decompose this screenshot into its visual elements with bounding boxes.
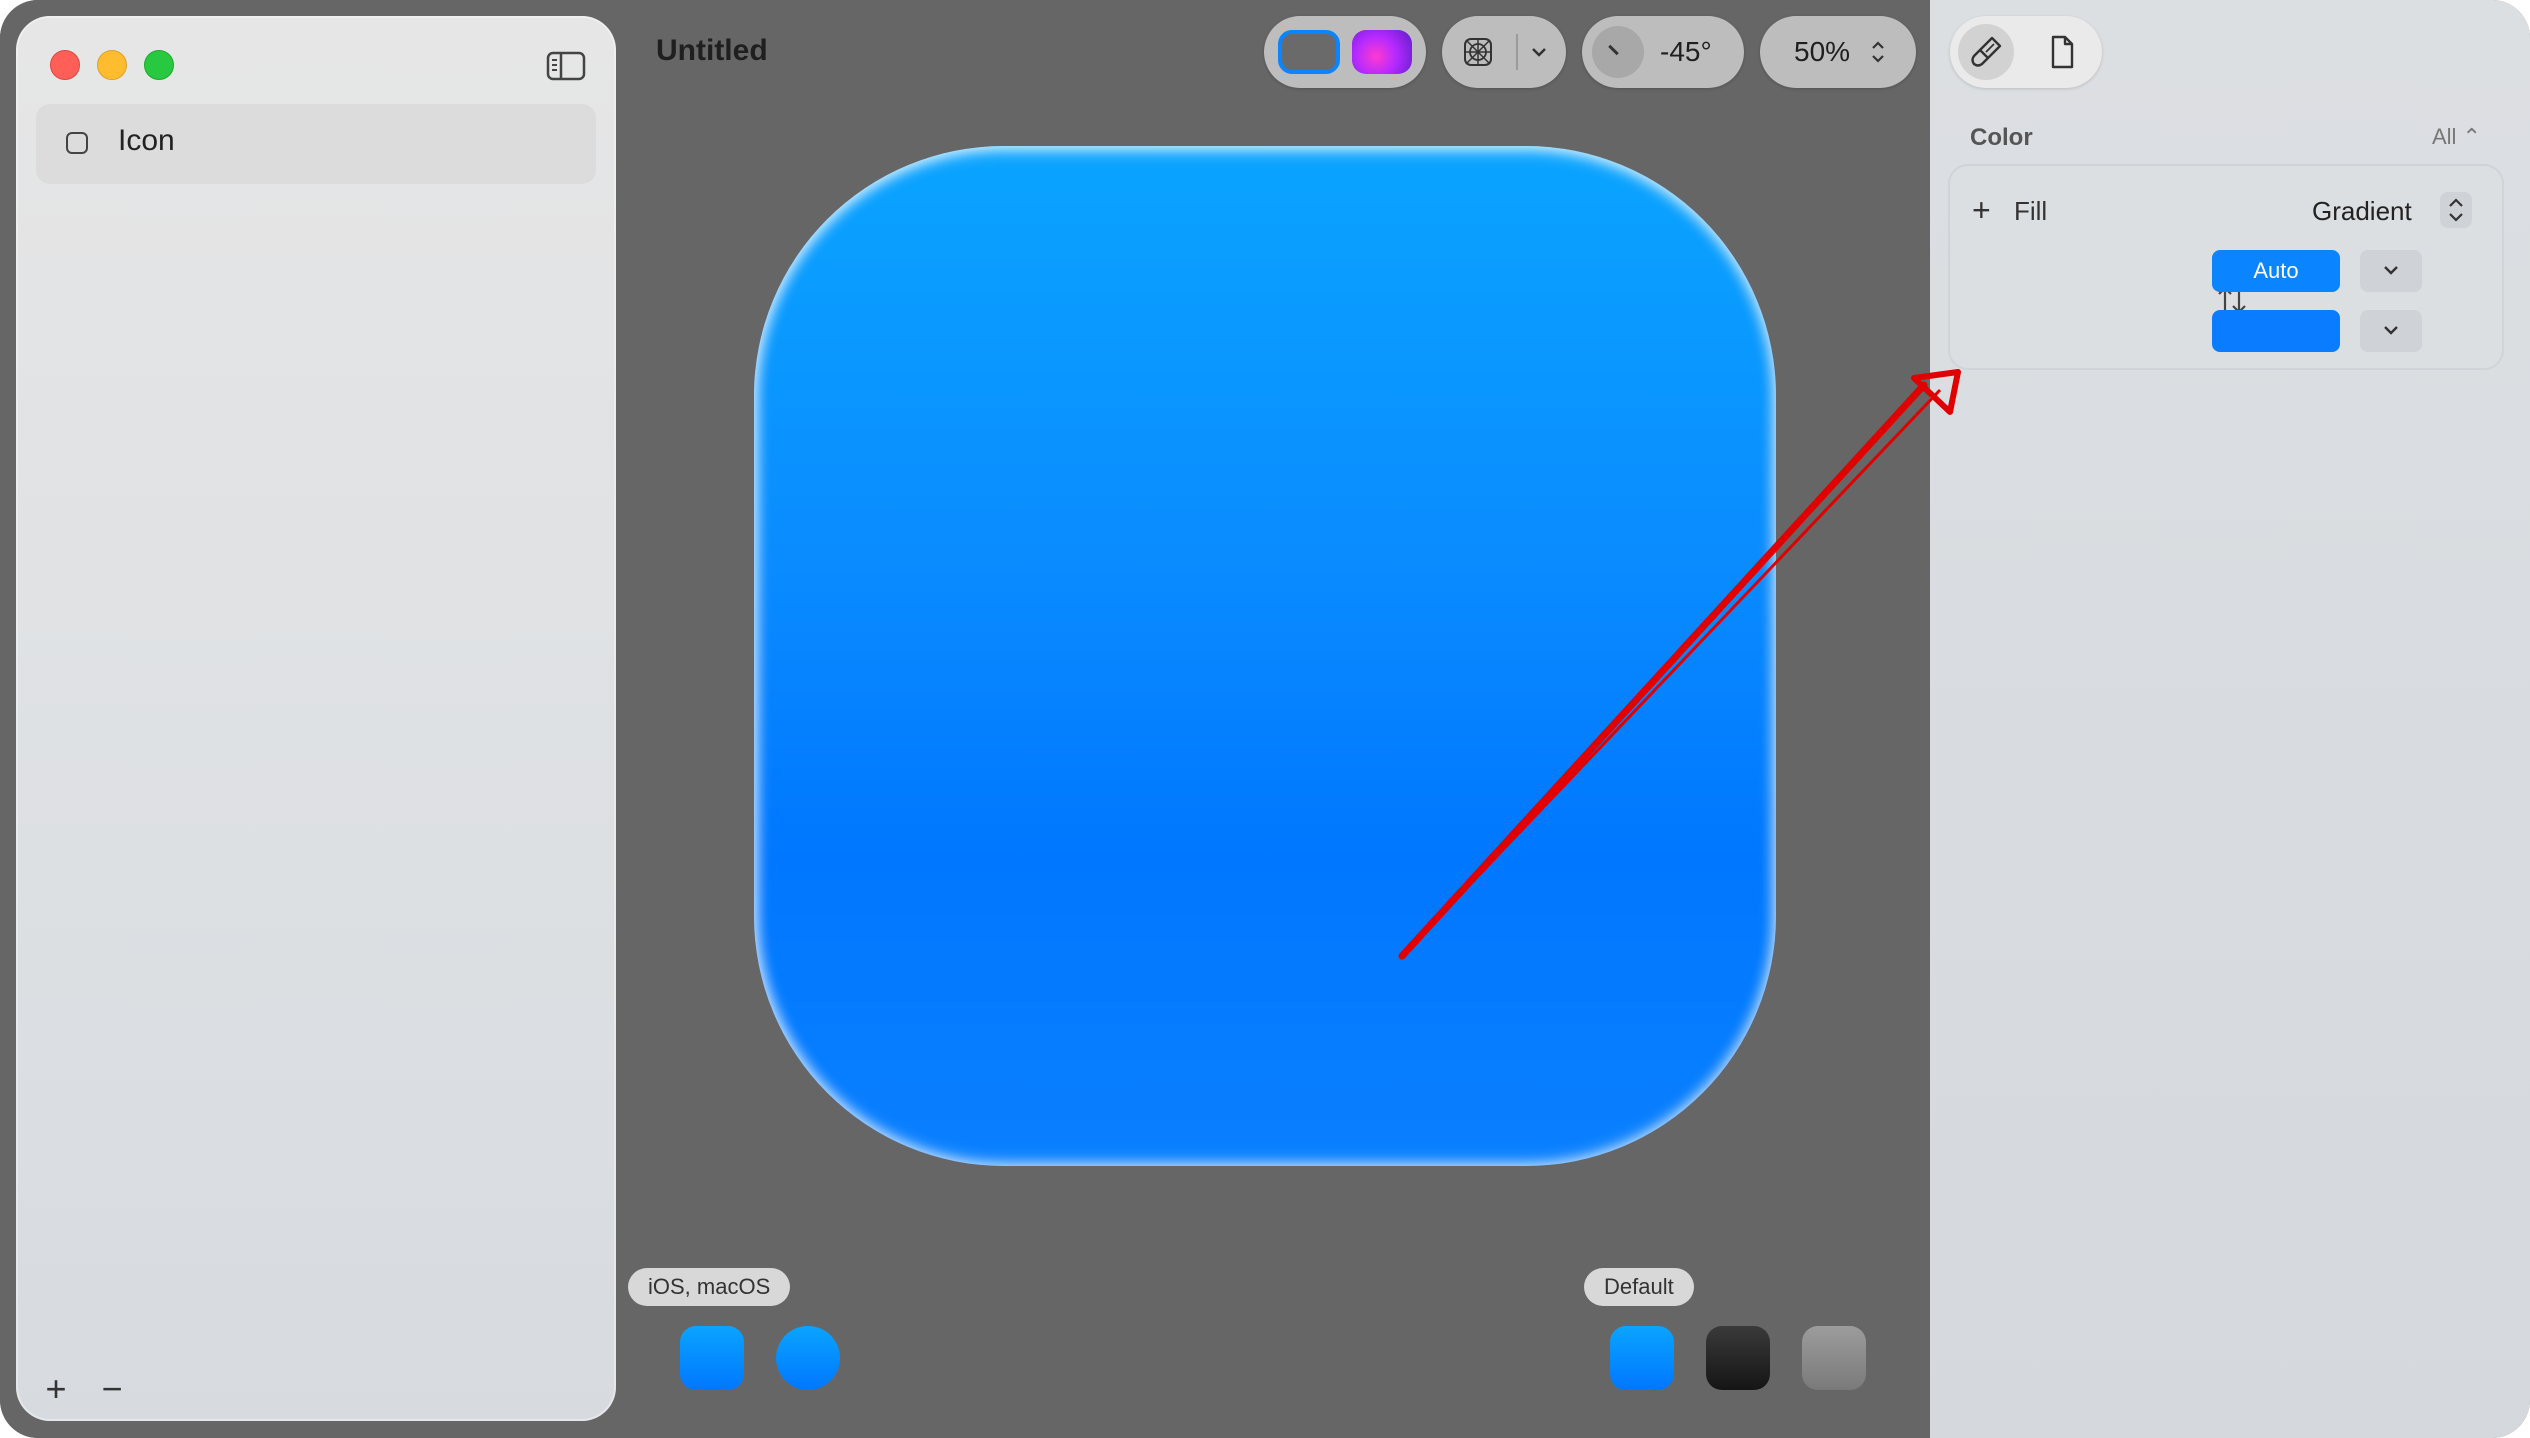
ios-rounded-rect-thumbnail[interactable] — [680, 1326, 744, 1390]
grid-overlay-control — [1442, 16, 1566, 88]
platform-label: iOS, macOS — [628, 1268, 791, 1306]
gradient-stop-2-swatch[interactable] — [2212, 310, 2340, 352]
default-appearance-thumbnail[interactable] — [1610, 1326, 1674, 1390]
tab-appearance[interactable] — [1958, 24, 2014, 80]
appearance-label: Default — [1584, 1268, 1694, 1306]
minimize-window-button[interactable] — [97, 50, 127, 80]
up-down-chevron-icon — [2449, 198, 2463, 222]
dark-mode-button[interactable] — [1352, 30, 1412, 74]
color-section-title: Color — [1970, 124, 2033, 151]
icon-preview[interactable] — [754, 146, 1776, 1166]
document-icon — [2051, 35, 2074, 69]
document-title: Untitled — [656, 34, 768, 67]
angle-indicator — [1608, 44, 1619, 56]
light-angle-control[interactable]: -45° — [1582, 16, 1744, 88]
zoom-window-button[interactable] — [144, 50, 174, 80]
mono-appearance-thumbnail[interactable] — [1802, 1326, 1866, 1390]
chevron-down-icon — [2384, 326, 2398, 335]
inspector-panel: Color All ⌃ + Fill Gradient Auto — [1930, 0, 2530, 1438]
appearance-mode-toggle — [1264, 16, 1426, 88]
remove-layer-button[interactable]: − — [94, 1368, 130, 1410]
sidebar-toggle-icon[interactable] — [546, 50, 586, 82]
chevron-down-icon[interactable] — [1528, 38, 1550, 66]
tab-document[interactable] — [2034, 24, 2090, 80]
fill-type-value[interactable]: Gradient — [2312, 196, 2412, 227]
gradient-stop-2-menu[interactable] — [2360, 310, 2422, 352]
color-scope-selector[interactable]: All ⌃ — [2432, 124, 2481, 150]
zoom-value: 50% — [1794, 36, 1851, 67]
inspector-tabs — [1950, 16, 2102, 88]
layer-square-icon — [66, 132, 88, 154]
paintbrush-icon — [1971, 36, 2002, 67]
angle-dial[interactable] — [1592, 26, 1644, 78]
fill-type-stepper[interactable] — [2440, 192, 2472, 228]
fill-label: Fill — [2014, 196, 2048, 226]
gradient-stop-1-swatch[interactable]: Auto — [2212, 250, 2340, 292]
close-window-button[interactable] — [50, 50, 80, 80]
layer-row-icon[interactable]: Icon — [36, 104, 596, 184]
layers-sidebar: Icon + − — [16, 16, 616, 1421]
light-mode-button[interactable] — [1278, 30, 1340, 74]
up-down-chevron-icon — [1872, 41, 1884, 63]
circle-thumbnail[interactable] — [776, 1326, 840, 1390]
angle-value: -45° — [1660, 36, 1712, 67]
layer-label: Icon — [118, 124, 175, 157]
dark-appearance-thumbnail[interactable] — [1706, 1326, 1770, 1390]
add-fill-button[interactable]: + — [1972, 192, 1991, 229]
toolbar-divider — [1516, 34, 1518, 70]
gradient-stop-1-menu[interactable] — [2360, 250, 2422, 292]
fill-card: + Fill Gradient Auto — [1948, 164, 2504, 370]
chevron-down-icon — [2384, 266, 2398, 275]
add-layer-button[interactable]: + — [38, 1368, 74, 1410]
grid-overlay-icon[interactable] — [1462, 36, 1494, 68]
zoom-control[interactable]: 50% — [1760, 16, 1916, 88]
app-window: Icon + − Untitled -45° 50% iOS, macOS De… — [0, 0, 2530, 1438]
